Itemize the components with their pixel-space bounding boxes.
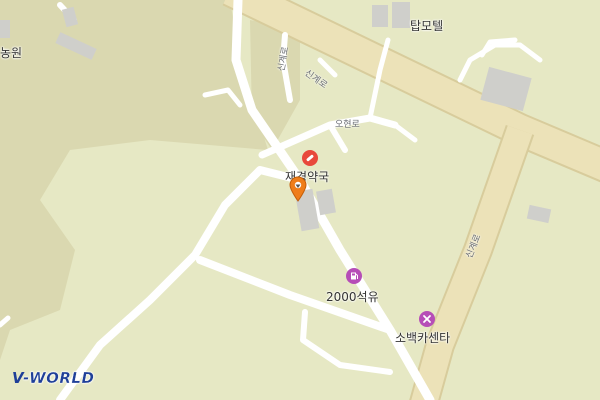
fuel-pump-icon[interactable] xyxy=(346,268,362,284)
place-label-car-repair[interactable]: 소백카센타 xyxy=(395,329,450,346)
logo-letter: V xyxy=(12,369,24,387)
location-pin-icon[interactable] xyxy=(288,176,308,202)
logo-text: -WORLD xyxy=(23,369,95,387)
place-label-top-motel[interactable]: 탑모텔 xyxy=(410,17,443,34)
main-road xyxy=(411,125,533,400)
pill-icon[interactable] xyxy=(302,150,318,166)
wrench-icon[interactable] xyxy=(419,311,435,327)
map-view[interactable]: 농원 탑모텔 재경약국 2000석유 소백카센타 신계로 신계로 신계로 오현로… xyxy=(0,0,600,400)
forest-area xyxy=(0,0,268,360)
place-label-gas-station[interactable]: 2000석유 xyxy=(326,288,379,305)
road-label-ohyeon: 오현로 xyxy=(335,120,360,130)
vworld-logo: V-WORLD xyxy=(12,369,94,387)
place-label-nongwon[interactable]: 농원 xyxy=(0,44,22,61)
